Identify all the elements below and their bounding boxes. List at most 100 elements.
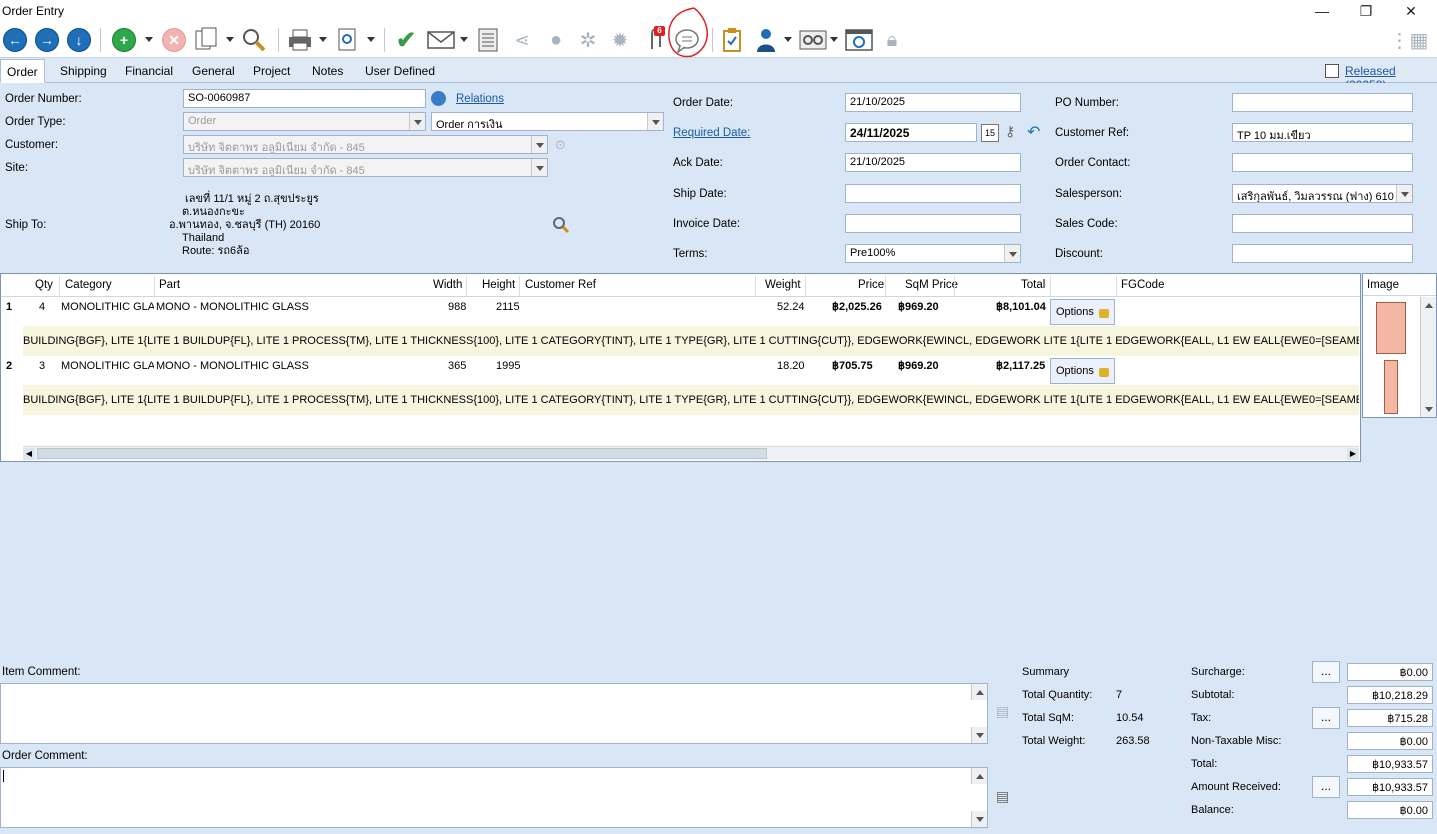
total-label: Total: [1191, 758, 1218, 770]
site-select[interactable]: บริษัท จิตตาพร อลูมิเนียม จำกัด - 845 [183, 158, 548, 177]
terms-select[interactable]: Pre100% [845, 244, 1021, 263]
restore-button[interactable]: ❐ [1352, 1, 1380, 21]
options-button[interactable]: Options [1050, 299, 1115, 325]
col-total[interactable]: Total [1021, 279, 1045, 291]
forward-icon[interactable]: → [34, 25, 60, 55]
discount-field[interactable] [1232, 244, 1413, 263]
add-icon[interactable]: + [110, 25, 138, 55]
horizontal-scrollbar[interactable]: ◀ ▶ [23, 446, 1359, 460]
image-panel: Image [1362, 273, 1437, 418]
col-qty[interactable]: Qty [35, 279, 53, 291]
po-number-field[interactable] [1232, 93, 1413, 112]
order-type-select[interactable]: Order [183, 112, 426, 131]
relations-link[interactable]: Relations [456, 93, 504, 105]
key-icon[interactable]: ⚷ [1005, 123, 1015, 140]
preview-icon[interactable] [334, 25, 362, 55]
item-comment-note-icon[interactable]: ▤ [996, 703, 1009, 720]
schedule-icon[interactable] [844, 25, 874, 55]
calendar-picker-icon[interactable]: 15 [981, 124, 999, 142]
down-icon[interactable]: ↓ [66, 25, 92, 55]
col-part[interactable]: Part [159, 279, 180, 291]
order-contact-label: Order Contact: [1055, 157, 1131, 169]
non-taxable-field[interactable]: ฿0.00 [1347, 732, 1433, 750]
close-button[interactable]: ✕ [1397, 1, 1425, 21]
tab-notes[interactable]: Notes [306, 59, 349, 83]
tab-general[interactable]: General [186, 59, 241, 83]
discount-label: Discount: [1055, 248, 1103, 260]
sales-code-field[interactable] [1232, 214, 1413, 233]
col-category[interactable]: Category [65, 279, 112, 291]
ship-date-field[interactable] [845, 184, 1021, 203]
invoice-date-field[interactable] [845, 214, 1021, 233]
undo-icon[interactable]: ↶ [1027, 122, 1040, 142]
tab-financial[interactable]: Financial [119, 59, 179, 83]
copy-icon[interactable] [192, 25, 220, 55]
globe-icon[interactable] [431, 91, 446, 106]
lock-disabled-icon: 🔒︎ [886, 28, 898, 51]
glass-thumbnail-1[interactable] [1376, 302, 1406, 354]
production-icon[interactable] [798, 25, 828, 55]
search-icon[interactable] [240, 25, 268, 55]
tab-project[interactable]: Project [247, 59, 296, 83]
tab-order[interactable]: Order [0, 59, 45, 83]
subtotal-label: Subtotal: [1191, 689, 1235, 701]
order-header-form: Order Number: SO-0060987 Relations Order… [0, 83, 1437, 273]
col-fgcode[interactable]: FGCode [1121, 279, 1164, 291]
col-height[interactable]: Height [482, 279, 515, 291]
panel-toggle-icon[interactable]: ⋮▦ [1390, 25, 1429, 55]
order-comment-label: Order Comment: [2, 750, 88, 762]
customer-ref-field[interactable]: TP 10 มม.เขียว [1232, 123, 1413, 142]
order-date-field[interactable]: 21/10/2025 [845, 93, 1021, 112]
surcharge-field[interactable]: ฿0.00 [1347, 663, 1433, 681]
ship-to-search-icon[interactable] [552, 216, 570, 234]
col-weight[interactable]: Weight [765, 279, 801, 291]
col-sqm-price[interactable]: SqM Price [905, 279, 958, 291]
image-scroll-down[interactable] [1420, 401, 1436, 417]
image-scrollbar[interactable] [1420, 311, 1436, 401]
site-label: Site: [5, 162, 29, 174]
salesperson-select[interactable]: เสริกุลพันธ์, วิมลวรรณ (ฟาง) 610 [1232, 184, 1413, 203]
non-taxable-label: Non-Taxable Misc: [1191, 735, 1282, 747]
customer-label: Customer: [5, 139, 59, 151]
order-number-field[interactable]: SO-0060987 [183, 89, 426, 108]
total-quantity-label: Total Quantity: [1022, 689, 1093, 701]
image-scroll-up[interactable] [1420, 297, 1436, 311]
subtotal-field: ฿10,218.29 [1347, 686, 1433, 704]
required-date-label[interactable]: Required Date: [673, 127, 750, 139]
surcharge-details-button[interactable]: ... [1312, 661, 1340, 683]
print-icon[interactable] [286, 25, 314, 55]
delete-icon: ✕ [160, 25, 188, 55]
col-customer-ref[interactable]: Customer Ref [525, 279, 596, 291]
item-comment-label: Item Comment: [2, 666, 81, 678]
ship-to-label: Ship To: [5, 219, 47, 231]
customer-select[interactable]: บริษัท จิตตาพร อลูมิเนียม จำกัด - 845 [183, 135, 548, 154]
ack-date-field[interactable]: 21/10/2025 [845, 153, 1021, 172]
minimize-button[interactable]: — [1308, 1, 1336, 21]
col-width[interactable]: Width [433, 279, 462, 291]
salesperson-icon[interactable] [752, 25, 780, 55]
back-icon[interactable]: ← [2, 25, 28, 55]
report-icon[interactable] [474, 25, 502, 55]
tax-details-button[interactable]: ... [1312, 707, 1340, 729]
tab-user-defined[interactable]: User Defined [359, 59, 441, 83]
salesperson-label: Salesperson: [1055, 188, 1123, 200]
title-bar: Order Entry — ❐ ✕ [0, 0, 1437, 22]
order-date-label: Order Date: [673, 97, 734, 109]
ack-date-label: Ack Date: [673, 157, 723, 169]
required-date-field[interactable]: 24/11/2025 [845, 123, 977, 142]
order-contact-field[interactable] [1232, 153, 1413, 172]
glass-thumbnail-2[interactable] [1384, 360, 1398, 414]
checklist-icon[interactable] [718, 25, 746, 55]
email-icon[interactable] [426, 25, 456, 55]
item-comment-textarea[interactable] [0, 683, 988, 744]
order-comment-textarea[interactable] [0, 767, 988, 828]
col-price[interactable]: Price [858, 279, 884, 291]
order-comment-note-icon[interactable]: ▤ [996, 788, 1009, 805]
tab-shipping[interactable]: Shipping [54, 59, 113, 83]
options-button[interactable]: Options [1050, 358, 1115, 384]
tax-label: Tax: [1191, 712, 1212, 724]
amount-received-details-button[interactable]: ... [1312, 776, 1340, 798]
order-type-detail-select[interactable]: Order การเงิน [431, 112, 664, 131]
gears-disabled-icon: ✲ [579, 29, 597, 52]
approve-check-icon[interactable]: ✔ [392, 25, 420, 55]
